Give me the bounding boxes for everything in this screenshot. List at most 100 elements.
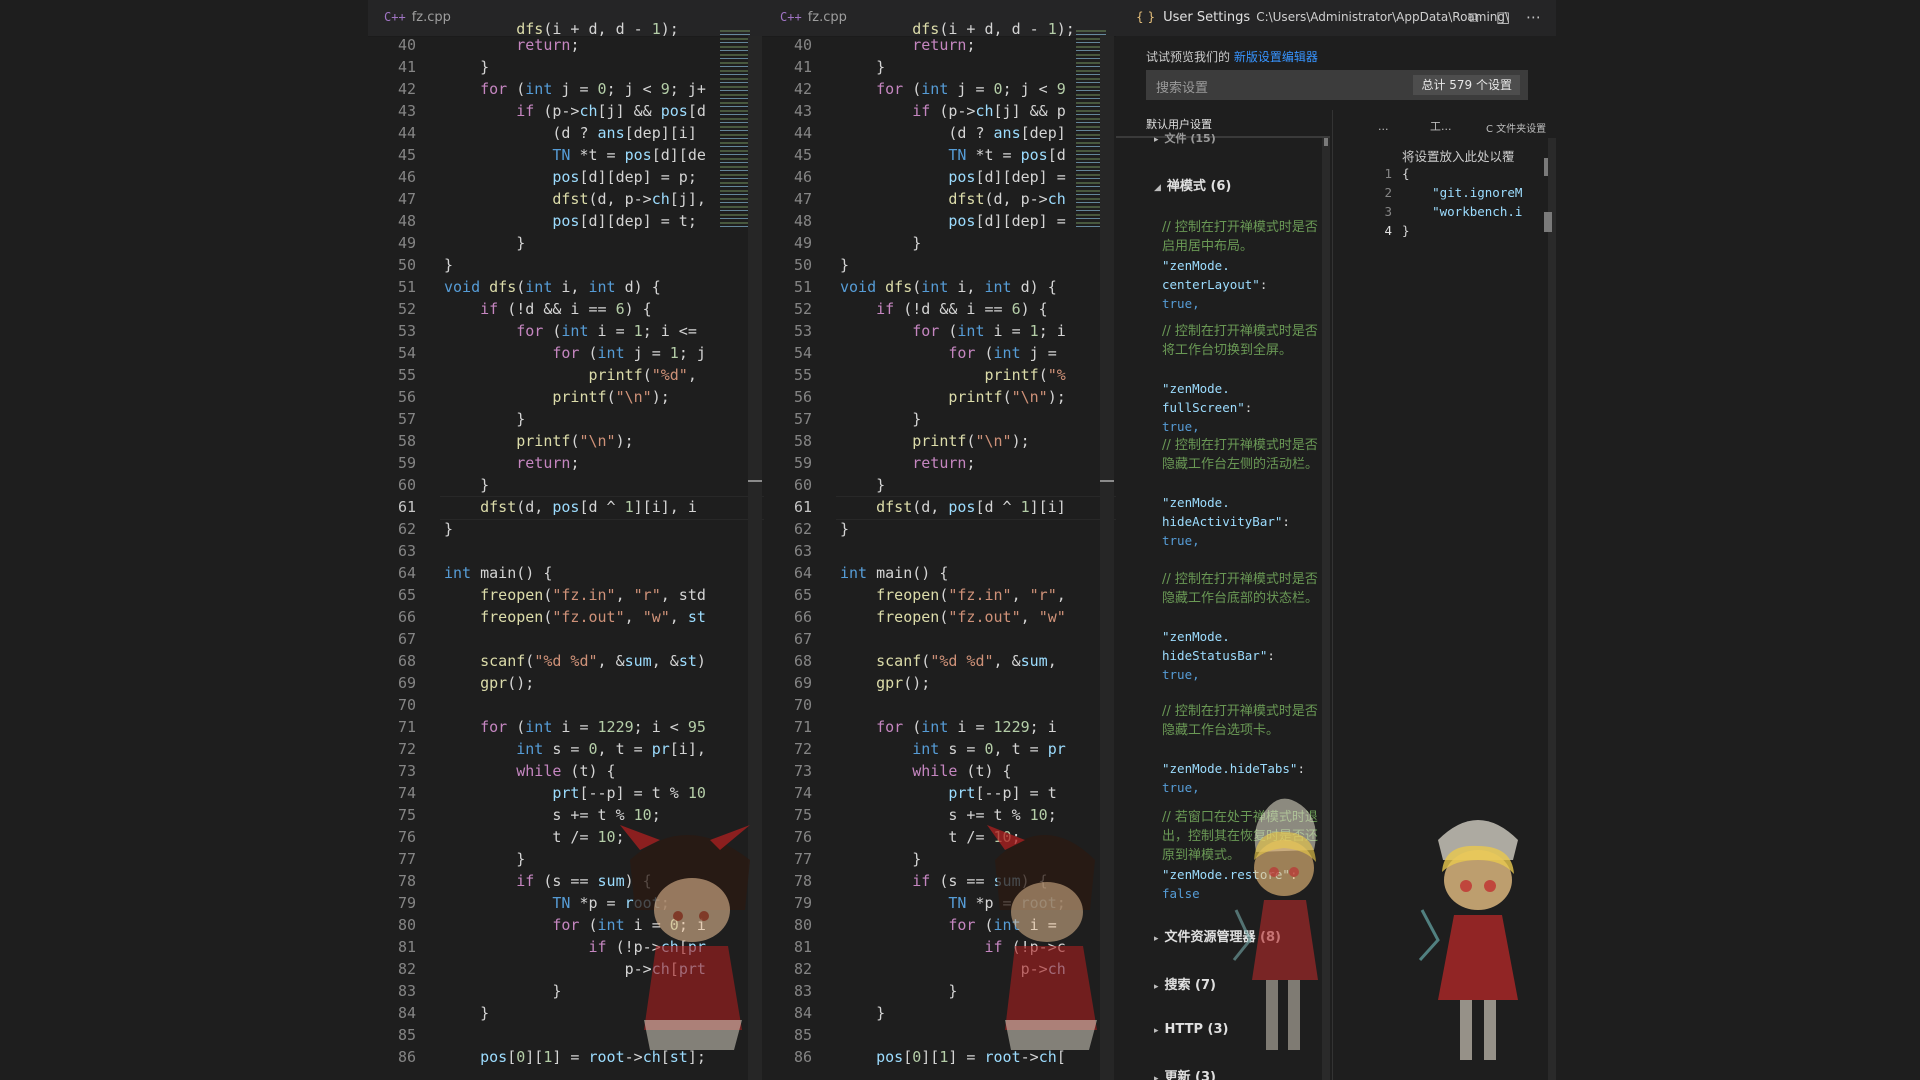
code-line[interactable]: 66 freopen("fz.out", "w" — [764, 606, 1116, 628]
code-line[interactable]: 43 if (p->ch[j] && pos[d — [368, 100, 764, 122]
code-line[interactable]: 45 TN *t = pos[d][de — [368, 144, 764, 166]
code-line[interactable]: 72 int s = 0, t = pr[i], — [368, 738, 764, 760]
code-line[interactable]: 41 } — [368, 56, 764, 78]
code-line[interactable]: 73 while (t) { — [764, 760, 1116, 782]
code-line[interactable]: 60 } — [368, 474, 764, 496]
code-line[interactable]: 60 } — [764, 474, 1116, 496]
code-line[interactable]: 47 dfst(d, p->ch — [764, 188, 1116, 210]
code-line[interactable]: 57 } — [368, 408, 764, 430]
code-line[interactable]: 46 pos[d][dep] = p; — [368, 166, 764, 188]
open-json-icon[interactable]: ⧉ — [1468, 8, 1479, 26]
code-line[interactable]: 70 — [764, 694, 1116, 716]
settings-search-box[interactable]: 搜索设置 总计 579 个设置 — [1146, 70, 1528, 100]
code-line[interactable]: 42 for (int j = 0; j < 9; j+ — [368, 78, 764, 100]
code-line[interactable]: 53 for (int i = 1; i <= — [368, 320, 764, 342]
code-line[interactable]: 58 printf("\n"); — [764, 430, 1116, 452]
code-line[interactable]: 52 if (!d && i == 6) { — [368, 298, 764, 320]
setting-key-value[interactable]: "zenMode. fullScreen": true, — [1162, 379, 1337, 436]
code-line[interactable]: 62} — [764, 518, 1116, 540]
code-line[interactable]: 61 dfst(d, pos[d ^ 1][i], i — [368, 496, 764, 518]
code-line[interactable]: 58 printf("\n"); — [368, 430, 764, 452]
code-line[interactable]: 74 prt[--p] = t % 10 — [368, 782, 764, 804]
left-minimap[interactable] — [720, 30, 750, 230]
chevron-right-icon: ▸ — [1154, 982, 1159, 992]
code-line[interactable]: 40 return; — [764, 34, 1116, 56]
code-line[interactable]: 50} — [368, 254, 764, 276]
code-line[interactable]: 54 for (int j = — [764, 342, 1116, 364]
code-line[interactable]: 69 gpr(); — [764, 672, 1116, 694]
code-line[interactable]: 71 for (int i = 1229; i < 95 — [368, 716, 764, 738]
code-line[interactable]: 64 int main() { — [368, 562, 764, 584]
code-line[interactable]: 51 void dfs(int i, int d) { — [368, 276, 764, 298]
code-line[interactable]: 42 for (int j = 0; j < 9 — [764, 78, 1116, 100]
code-line[interactable]: 44 (d ? ans[dep] — [764, 122, 1116, 144]
code-line[interactable]: 66 freopen("fz.out", "w", st — [368, 606, 764, 628]
code-line[interactable]: 72 int s = 0, t = pr — [764, 738, 1116, 760]
setting-key-value[interactable]: "zenMode. centerLayout": true, — [1162, 256, 1337, 313]
code-line[interactable]: 49 } — [764, 232, 1116, 254]
json-line[interactable]: 2 "git.ignoreM — [1362, 183, 1548, 202]
code-line[interactable]: 59 return; — [368, 452, 764, 474]
code-line[interactable]: 67 — [764, 628, 1116, 650]
code-line[interactable]: 64 int main() { — [764, 562, 1116, 584]
code-line[interactable]: 49 } — [368, 232, 764, 254]
code-line[interactable]: 51 void dfs(int i, int d) { — [764, 276, 1116, 298]
code-line[interactable]: 53 for (int i = 1; i — [764, 320, 1116, 342]
code-line[interactable]: 65 freopen("fz.in", "r", std — [368, 584, 764, 606]
split-editor-icon[interactable]: ◫ — [1496, 8, 1510, 26]
code-line[interactable]: 52 if (!d && i == 6) { — [764, 298, 1116, 320]
code-line[interactable]: 55 printf("%d", — [368, 364, 764, 386]
code-line[interactable]: 69 gpr(); — [368, 672, 764, 694]
line-number: 43 — [397, 102, 416, 120]
setting-value: true, — [1162, 419, 1200, 434]
code-line[interactable]: 73 while (t) { — [368, 760, 764, 782]
code-line[interactable]: 63 — [764, 540, 1116, 562]
code-line[interactable]: 74 prt[--p] = t — [764, 782, 1116, 804]
code-line[interactable]: 65 freopen("fz.in", "r", — [764, 584, 1116, 606]
code-line[interactable]: 70 — [368, 694, 764, 716]
group-files-partial[interactable]: ▸ 文件 (15) — [1154, 130, 1216, 146]
code-line[interactable]: 54 for (int j = 1; j — [368, 342, 764, 364]
code-line[interactable]: 44 (d ? ans[dep][i] — [368, 122, 764, 144]
code-line[interactable]: 68 scanf("%d %d", &sum, &st) — [368, 650, 764, 672]
search-input[interactable]: 搜索设置 — [1156, 77, 1208, 96]
code-line[interactable]: 62} — [368, 518, 764, 540]
code-line[interactable]: 45 TN *t = pos[d — [764, 144, 1116, 166]
code-line[interactable]: 50} — [764, 254, 1116, 276]
scroll-thumb[interactable] — [1324, 138, 1328, 146]
code-line[interactable]: 47 dfst(d, p->ch[j], — [368, 188, 764, 210]
code-line[interactable]: 68 scanf("%d %d", &sum, — [764, 650, 1116, 672]
settings-group[interactable]: ▸ 搜索 (7) — [1154, 974, 1216, 993]
code-line[interactable]: 61 dfst(d, pos[d ^ 1][i] — [764, 496, 1116, 518]
code-line[interactable]: 40 return; — [368, 34, 764, 56]
settings-group[interactable]: ▸ HTTP (3) — [1154, 1022, 1228, 1037]
code-line[interactable]: 48 pos[d][dep] = — [764, 210, 1116, 232]
json-line[interactable]: 4} — [1362, 221, 1548, 240]
code-line[interactable]: 41 } — [764, 56, 1116, 78]
json-line[interactable]: 1{ — [1362, 164, 1548, 183]
code-line[interactable]: 63 — [368, 540, 764, 562]
code-line[interactable]: 71 for (int i = 1229; i — [764, 716, 1116, 738]
tab-workspace[interactable]: 工... — [1430, 118, 1452, 134]
code-line[interactable]: 48 pos[d][dep] = t; — [368, 210, 764, 232]
code-line[interactable]: 56 printf("\n"); — [368, 386, 764, 408]
code-line[interactable]: 67 — [368, 628, 764, 650]
code-line[interactable]: 56 printf("\n"); — [764, 386, 1116, 408]
settings-tab[interactable]: { } User Settings C:\Users\Administrator\A… — [1136, 10, 1509, 25]
user-settings-scrollbar[interactable] — [1548, 138, 1556, 1080]
code-line[interactable]: 59 return; — [764, 452, 1116, 474]
new-settings-editor-link[interactable]: 新版设置编辑器 — [1234, 50, 1318, 64]
setting-key-value[interactable]: "zenMode. hideActivityBar": true, — [1162, 493, 1337, 550]
line-number: 74 — [397, 784, 416, 802]
code-line[interactable]: 55 printf("% — [764, 364, 1116, 386]
tab-user[interactable]: ... — [1378, 120, 1389, 133]
group-zen-mode[interactable]: ◢ 禅模式 (6) — [1154, 175, 1231, 194]
code-line[interactable]: 43 if (p->ch[j] && p — [764, 100, 1116, 122]
tab-folder[interactable]: C 文件夹设置 — [1486, 120, 1546, 135]
code-line[interactable]: 57 } — [764, 408, 1116, 430]
more-actions-icon[interactable]: ⋯ — [1526, 8, 1541, 26]
setting-key-value[interactable]: "zenMode. hideStatusBar": true, — [1162, 627, 1337, 684]
json-line[interactable]: 3 "workbench.i — [1362, 202, 1548, 221]
code-line[interactable]: 46 pos[d][dep] = — [764, 166, 1116, 188]
settings-group[interactable]: ▸ 更新 (3) — [1154, 1066, 1216, 1080]
